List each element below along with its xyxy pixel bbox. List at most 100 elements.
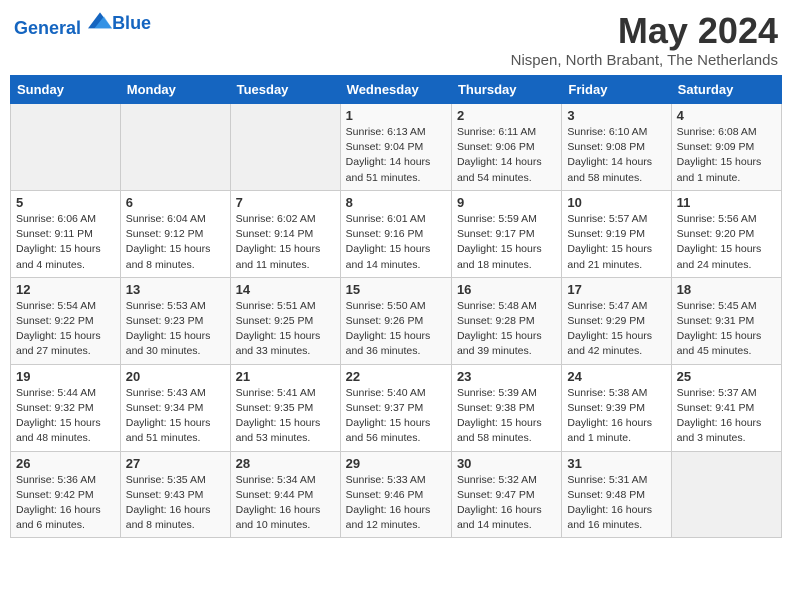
calendar-cell: 8 Sunrise: 6:01 AM Sunset: 9:16 PM Daylig… — [340, 190, 451, 277]
day-info: Sunrise: 5:35 AM Sunset: 9:43 PM Dayligh… — [126, 473, 225, 534]
calendar-cell: 16Sunrise: 5:48 AM Sunset: 9:28 PM Dayli… — [451, 277, 561, 364]
day-number: 22 — [346, 369, 446, 384]
day-info: Sunrise: 5:31 AM Sunset: 9:48 PM Dayligh… — [567, 473, 665, 534]
day-info: Sunrise: 5:41 AM Sunset: 9:35 PM Dayligh… — [236, 386, 335, 447]
calendar-cell: 12 Sunrise: 5:54 AM Sunset: 9:22 PM Dayli… — [11, 277, 121, 364]
calendar-cell — [230, 104, 340, 191]
calendar-body: 1Sunrise: 6:13 AM Sunset: 9:04 PM Daylig… — [11, 104, 782, 538]
day-number: 21 — [236, 369, 335, 384]
calendar-cell: 17 Sunrise: 5:47 AM Sunset: 9:29 PM Dayli… — [562, 277, 671, 364]
day-info: Sunrise: 6:10 AM Sunset: 9:08 PM Dayligh… — [567, 125, 665, 186]
day-number: 18 — [677, 282, 776, 297]
day-info: Sunrise: 5:56 AM Sunset: 9:20 PM Dayligh… — [677, 212, 776, 273]
day-info: Sunrise: 5:47 AM Sunset: 9:29 PM Dayligh… — [567, 299, 665, 360]
day-info: Sunrise: 5:50 AM Sunset: 9:26 PM Dayligh… — [346, 299, 446, 360]
day-header-thursday: Thursday — [451, 76, 561, 104]
calendar-cell: 7Sunrise: 6:02 AM Sunset: 9:14 PM Daylig… — [230, 190, 340, 277]
day-number: 15 — [346, 282, 446, 297]
day-number: 10 — [567, 195, 665, 210]
day-info: Sunrise: 5:33 AM Sunset: 9:46 PM Dayligh… — [346, 473, 446, 534]
day-number: 8 — [346, 195, 446, 210]
calendar-cell: 1Sunrise: 6:13 AM Sunset: 9:04 PM Daylig… — [340, 104, 451, 191]
day-info: Sunrise: 5:54 AM Sunset: 9:22 PM Dayligh… — [16, 299, 115, 360]
day-info: Sunrise: 5:38 AM Sunset: 9:39 PM Dayligh… — [567, 386, 665, 447]
logo-icon — [88, 10, 112, 34]
day-number: 28 — [236, 456, 335, 471]
calendar-week-2: 5 Sunrise: 6:06 AM Sunset: 9:11 PM Daylig… — [11, 190, 782, 277]
calendar-cell: 11 Sunrise: 5:56 AM Sunset: 9:20 PM Dayli… — [671, 190, 781, 277]
calendar-cell: 29 Sunrise: 5:33 AM Sunset: 9:46 PM Dayli… — [340, 451, 451, 538]
calendar-week-3: 12 Sunrise: 5:54 AM Sunset: 9:22 PM Dayli… — [11, 277, 782, 364]
day-number: 9 — [457, 195, 556, 210]
day-info: Sunrise: 5:51 AM Sunset: 9:25 PM Dayligh… — [236, 299, 335, 360]
day-info: Sunrise: 6:01 AM Sunset: 9:16 PM Dayligh… — [346, 212, 446, 273]
day-number: 6 — [126, 195, 225, 210]
calendar-cell: 2 Sunrise: 6:11 AM Sunset: 9:06 PM Daylig… — [451, 104, 561, 191]
calendar-week-5: 26 Sunrise: 5:36 AM Sunset: 9:42 PM Dayli… — [11, 451, 782, 538]
calendar-cell: 15 Sunrise: 5:50 AM Sunset: 9:26 PM Dayli… — [340, 277, 451, 364]
day-info: Sunrise: 5:39 AM Sunset: 9:38 PM Dayligh… — [457, 386, 556, 447]
day-info: Sunrise: 5:40 AM Sunset: 9:37 PM Dayligh… — [346, 386, 446, 447]
day-info: Sunrise: 5:59 AM Sunset: 9:17 PM Dayligh… — [457, 212, 556, 273]
day-header-saturday: Saturday — [671, 76, 781, 104]
day-number: 25 — [677, 369, 776, 384]
day-number: 13 — [126, 282, 225, 297]
day-header-wednesday: Wednesday — [340, 76, 451, 104]
logo-blue-text: Blue — [112, 14, 151, 34]
calendar-header-row: SundayMondayTuesdayWednesdayThursdayFrid… — [11, 76, 782, 104]
day-number: 12 — [16, 282, 115, 297]
calendar-table: SundayMondayTuesdayWednesdayThursdayFrid… — [10, 75, 782, 538]
calendar-cell: 5 Sunrise: 6:06 AM Sunset: 9:11 PM Daylig… — [11, 190, 121, 277]
calendar-cell: 13 Sunrise: 5:53 AM Sunset: 9:23 PM Dayli… — [120, 277, 230, 364]
calendar-cell — [120, 104, 230, 191]
calendar-week-1: 1Sunrise: 6:13 AM Sunset: 9:04 PM Daylig… — [11, 104, 782, 191]
day-header-sunday: Sunday — [11, 76, 121, 104]
day-info: Sunrise: 5:34 AM Sunset: 9:44 PM Dayligh… — [236, 473, 335, 534]
day-number: 26 — [16, 456, 115, 471]
calendar-cell: 20 Sunrise: 5:43 AM Sunset: 9:34 PM Dayli… — [120, 364, 230, 451]
day-number: 5 — [16, 195, 115, 210]
calendar-cell: 27Sunrise: 5:35 AM Sunset: 9:43 PM Dayli… — [120, 451, 230, 538]
day-header-monday: Monday — [120, 76, 230, 104]
day-header-friday: Friday — [562, 76, 671, 104]
day-info: Sunrise: 5:36 AM Sunset: 9:42 PM Dayligh… — [16, 473, 115, 534]
day-info: Sunrise: 5:44 AM Sunset: 9:32 PM Dayligh… — [16, 386, 115, 447]
calendar-cell: 26 Sunrise: 5:36 AM Sunset: 9:42 PM Dayli… — [11, 451, 121, 538]
day-number: 2 — [457, 108, 556, 123]
day-info: Sunrise: 5:48 AM Sunset: 9:28 PM Dayligh… — [457, 299, 556, 360]
day-number: 19 — [16, 369, 115, 384]
day-info: Sunrise: 5:43 AM Sunset: 9:34 PM Dayligh… — [126, 386, 225, 447]
day-info: Sunrise: 5:37 AM Sunset: 9:41 PM Dayligh… — [677, 386, 776, 447]
day-info: Sunrise: 6:08 AM Sunset: 9:09 PM Dayligh… — [677, 125, 776, 186]
day-number: 20 — [126, 369, 225, 384]
calendar-cell: 24Sunrise: 5:38 AM Sunset: 9:39 PM Dayli… — [562, 364, 671, 451]
title-area: May 2024 Nispen, North Brabant, The Neth… — [511, 10, 778, 69]
calendar-cell: 14 Sunrise: 5:51 AM Sunset: 9:25 PM Dayli… — [230, 277, 340, 364]
calendar-week-4: 19 Sunrise: 5:44 AM Sunset: 9:32 PM Dayli… — [11, 364, 782, 451]
day-info: Sunrise: 5:53 AM Sunset: 9:23 PM Dayligh… — [126, 299, 225, 360]
calendar-cell: 6 Sunrise: 6:04 AM Sunset: 9:12 PM Daylig… — [120, 190, 230, 277]
calendar-cell — [11, 104, 121, 191]
calendar-cell: 3Sunrise: 6:10 AM Sunset: 9:08 PM Daylig… — [562, 104, 671, 191]
day-number: 1 — [346, 108, 446, 123]
subtitle: Nispen, North Brabant, The Netherlands — [511, 52, 778, 69]
day-number: 29 — [346, 456, 446, 471]
month-title: May 2024 — [511, 10, 778, 52]
day-number: 17 — [567, 282, 665, 297]
day-number: 14 — [236, 282, 335, 297]
calendar-cell: 19 Sunrise: 5:44 AM Sunset: 9:32 PM Dayli… — [11, 364, 121, 451]
day-info: Sunrise: 6:02 AM Sunset: 9:14 PM Dayligh… — [236, 212, 335, 273]
day-number: 31 — [567, 456, 665, 471]
day-info: Sunrise: 5:57 AM Sunset: 9:19 PM Dayligh… — [567, 212, 665, 273]
calendar-cell: 31 Sunrise: 5:31 AM Sunset: 9:48 PM Dayli… — [562, 451, 671, 538]
day-info: Sunrise: 6:11 AM Sunset: 9:06 PM Dayligh… — [457, 125, 556, 186]
day-info: Sunrise: 6:04 AM Sunset: 9:12 PM Dayligh… — [126, 212, 225, 273]
calendar-cell: 4Sunrise: 6:08 AM Sunset: 9:09 PM Daylig… — [671, 104, 781, 191]
day-number: 11 — [677, 195, 776, 210]
day-info: Sunrise: 6:06 AM Sunset: 9:11 PM Dayligh… — [16, 212, 115, 273]
calendar-cell: 30Sunrise: 5:32 AM Sunset: 9:47 PM Dayli… — [451, 451, 561, 538]
logo-text: General — [14, 10, 112, 39]
day-number: 30 — [457, 456, 556, 471]
calendar-cell: 25 Sunrise: 5:37 AM Sunset: 9:41 PM Dayli… — [671, 364, 781, 451]
day-number: 23 — [457, 369, 556, 384]
